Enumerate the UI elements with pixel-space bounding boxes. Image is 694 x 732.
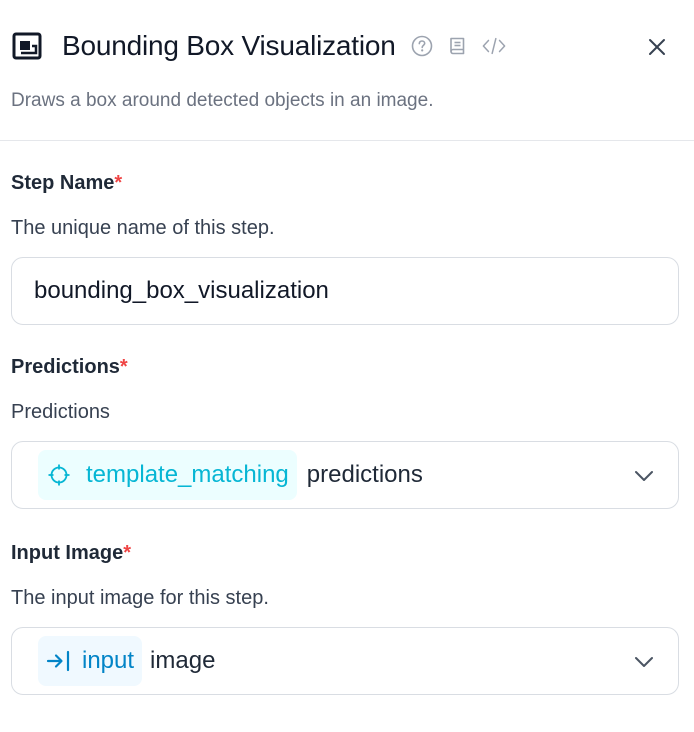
enter-arrow-icon bbox=[46, 648, 72, 674]
selected-property: predictions bbox=[306, 461, 423, 488]
step-name-description: The unique name of this step. bbox=[11, 217, 275, 239]
page-subtitle: Draws a box around detected objects in a… bbox=[11, 90, 434, 111]
header-actions bbox=[410, 34, 506, 58]
predictions-select[interactable]: template_matching predictions bbox=[11, 441, 679, 509]
input-image-description: The input image for this step. bbox=[11, 587, 269, 609]
chevron-down-icon bbox=[632, 650, 656, 674]
code-icon[interactable] bbox=[482, 34, 506, 58]
input-reference-chip: input bbox=[38, 636, 143, 686]
close-button[interactable] bbox=[644, 34, 670, 60]
chevron-down-icon bbox=[632, 464, 656, 488]
title-row: Bounding Box Visualization bbox=[12, 26, 506, 66]
dialog-header: Bounding Box Visualization Draws a box a… bbox=[0, 0, 694, 141]
close-icon bbox=[649, 39, 665, 55]
input-image-label: Input Image* bbox=[11, 542, 132, 564]
book-icon[interactable] bbox=[446, 34, 470, 58]
page-title: Bounding Box Visualization bbox=[62, 30, 396, 61]
help-circle-icon[interactable] bbox=[410, 34, 434, 58]
predictions-field: Predictions* Predictions template_matchi… bbox=[11, 356, 679, 509]
chip-label: template_matching bbox=[86, 461, 289, 488]
chip-label: input bbox=[82, 647, 135, 674]
predictions-description: Predictions bbox=[11, 401, 110, 423]
step-reference-chip: template_matching bbox=[38, 450, 297, 500]
step-name-input[interactable] bbox=[12, 258, 678, 324]
step-name-field: Step Name* The unique name of this step. bbox=[11, 172, 679, 325]
crosshair-icon bbox=[46, 462, 72, 488]
step-name-input-box bbox=[11, 257, 679, 325]
step-name-label: Step Name* bbox=[11, 172, 123, 194]
predictions-label: Predictions* bbox=[11, 356, 128, 378]
bounding-box-icon bbox=[12, 31, 42, 61]
input-image-select[interactable]: input image bbox=[11, 627, 679, 695]
selected-property: image bbox=[150, 647, 216, 674]
input-image-field: Input Image* The input image for this st… bbox=[11, 542, 679, 695]
required-mark: * bbox=[119, 356, 128, 378]
required-mark: * bbox=[123, 542, 132, 564]
required-mark: * bbox=[114, 172, 123, 194]
